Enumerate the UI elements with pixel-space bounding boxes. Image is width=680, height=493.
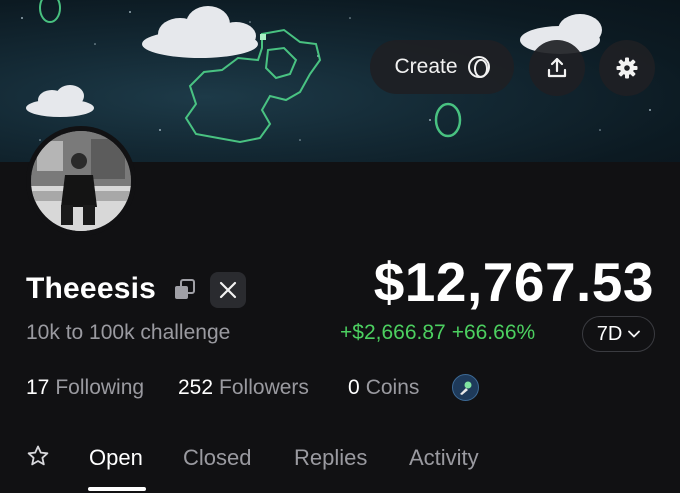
coins-label: Coins	[365, 376, 420, 399]
gear-icon	[616, 57, 638, 79]
coins-count: 0	[348, 376, 360, 399]
period-label: 7D	[596, 322, 623, 345]
change-amount: +$2,666.87	[340, 321, 446, 344]
portfolio-balance: $12,767.53	[373, 251, 654, 313]
x-logo-icon	[219, 281, 237, 299]
share-upload-icon	[547, 57, 567, 78]
create-label: Create	[394, 55, 458, 78]
settings-button[interactable]	[599, 40, 655, 96]
achievement-badge-icon[interactable]	[452, 374, 479, 401]
followers-label: Followers	[219, 376, 309, 399]
profile-bio: 10k to 100k challenge	[26, 321, 231, 344]
change-percent: +66.66%	[451, 321, 536, 344]
following-count: 17	[26, 376, 50, 399]
chevron-down-icon	[628, 330, 641, 338]
period-selector[interactable]: 7D	[582, 316, 655, 352]
create-button[interactable]: Create	[370, 40, 514, 94]
profile-name: Theeesis	[26, 272, 157, 305]
copy-icon[interactable]	[174, 279, 196, 301]
x-profile-link[interactable]	[210, 272, 246, 308]
avatar[interactable]	[26, 126, 136, 236]
following-label: Following	[55, 376, 145, 399]
active-tab-indicator	[88, 487, 146, 491]
portfolio-change: +$2,666.87 +66.66%	[340, 321, 535, 345]
followers-count: 252	[178, 376, 214, 399]
share-button[interactable]	[529, 40, 585, 96]
tab-closed[interactable]: Closed	[183, 445, 251, 471]
coins-stat[interactable]: 0 Coins	[348, 376, 419, 400]
tab-open[interactable]: Open	[89, 445, 143, 471]
followers-stat[interactable]: 252 Followers	[178, 376, 309, 400]
following-stat[interactable]: 17 Following	[26, 376, 144, 400]
avatar-image	[31, 131, 131, 231]
star-icon[interactable]	[26, 444, 50, 468]
create-ring-icon	[467, 56, 490, 78]
tab-activity[interactable]: Activity	[409, 445, 479, 471]
tab-replies[interactable]: Replies	[294, 445, 367, 471]
